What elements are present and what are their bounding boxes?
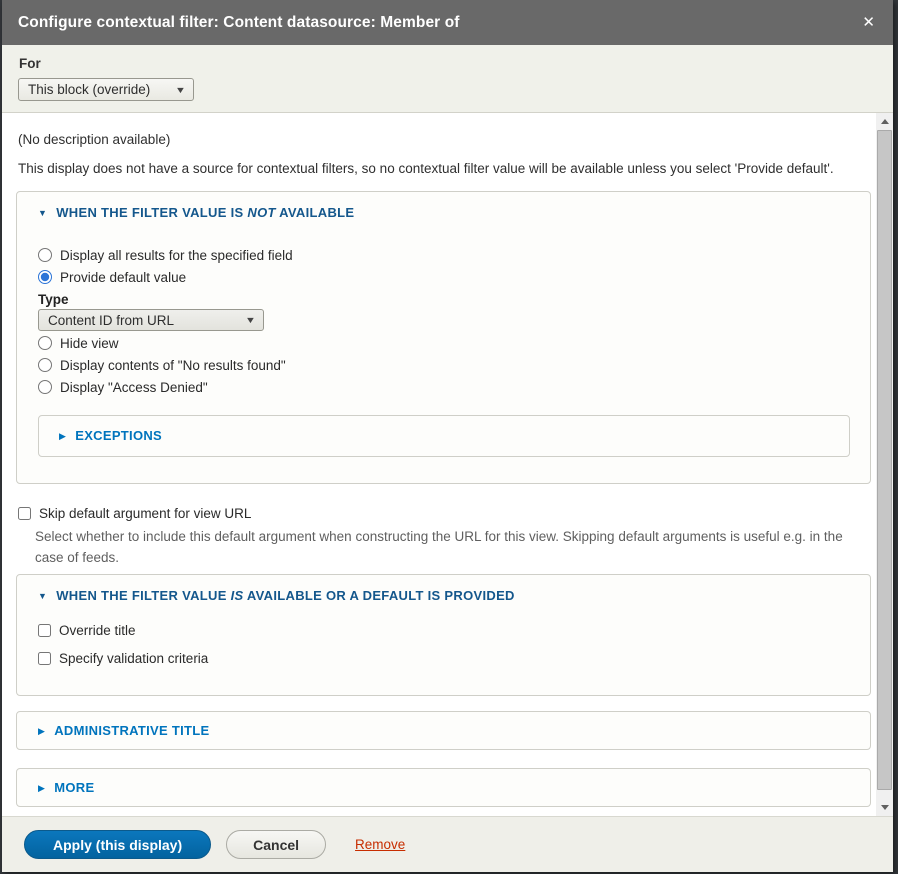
checkbox-input[interactable] [38,624,51,637]
apply-button[interactable]: Apply (this display) [24,830,211,859]
for-label: For [19,56,877,71]
fieldset-legend-available[interactable]: ▼ WHEN THE FILTER VALUE IS AVAILABLE OR … [38,587,850,605]
checkbox-input[interactable] [18,507,31,520]
checkbox-label: Override title [59,623,136,638]
fieldset-filter-available: ▼ WHEN THE FILTER VALUE IS AVAILABLE OR … [16,574,871,696]
no-description-text: (No description available) [18,130,869,150]
close-icon[interactable]: ✕ [862,15,875,30]
scroll-down-arrow-icon[interactable] [876,799,893,816]
dialog-footer: Apply (this display) Cancel Remove [2,816,893,872]
scrollbar[interactable] [876,113,893,816]
radio-input[interactable] [38,358,52,372]
legend-text: WHEN THE FILTER VALUE [56,588,230,603]
type-select-value: Content ID from URL [48,313,174,328]
caret-right-icon: ▶ [38,727,45,736]
type-select[interactable]: Content ID from URL ▼ [38,309,264,331]
dialog-title: Configure contextual filter: Content dat… [18,14,460,32]
fieldset-administrative-title: ▶ ADMINISTRATIVE TITLE [16,711,871,750]
checkbox-override-title[interactable]: Override title [38,619,850,641]
caret-down-icon: ▼ [38,209,47,218]
for-select-value: This block (override) [28,82,150,97]
checkbox-specify-validation[interactable]: Specify validation criteria [38,647,850,669]
radio-input[interactable] [38,336,52,350]
fieldset-legend-exceptions[interactable]: ▶ EXCEPTIONS [59,427,849,445]
scroll-up-arrow-icon[interactable] [876,113,893,130]
display-note-text: This display does not have a source for … [18,159,869,179]
checkbox-label: Skip default argument for view URL [39,506,251,521]
for-select[interactable]: This block (override) ▼ [18,78,194,101]
checkbox-skip-default-argument[interactable]: Skip default argument for view URL [18,502,869,524]
fieldset-more: ▶ MORE [16,768,871,807]
legend-text: MORE [54,779,94,797]
radio-input[interactable] [38,380,52,394]
checkbox-label: Specify validation criteria [59,651,208,666]
fieldset-legend-more[interactable]: ▶ MORE [38,779,850,797]
fieldset-filter-not-available: ▼ WHEN THE FILTER VALUE IS NOT AVAILABLE… [16,191,871,484]
legend-text: ADMINISTRATIVE TITLE [54,722,209,740]
legend-text: WHEN THE FILTER VALUE IS [56,205,247,220]
caret-right-icon: ▶ [59,432,66,441]
caret-right-icon: ▶ [38,784,45,793]
radio-hide-view[interactable]: Hide view [38,332,850,354]
content-inner: (No description available) This display … [2,113,876,807]
radio-label: Hide view [60,336,119,351]
radio-input[interactable] [38,248,52,262]
legend-emphasis: IS [231,588,244,603]
chevron-down-icon: ▼ [175,85,186,95]
configure-contextual-filter-dialog: Configure contextual filter: Content dat… [2,0,893,872]
legend-emphasis: NOT [247,205,275,220]
cancel-button[interactable]: Cancel [226,830,326,859]
radio-display-access-denied[interactable]: Display "Access Denied" [38,376,850,398]
remove-link[interactable]: Remove [355,837,405,852]
for-section: For This block (override) ▼ [2,45,893,113]
skip-default-description: Select whether to include this default a… [35,526,871,568]
radio-display-no-results[interactable]: Display contents of "No results found" [38,354,850,376]
radio-input[interactable] [38,270,52,284]
scrollbar-thumb[interactable] [877,130,892,790]
radio-label: Provide default value [60,270,186,285]
legend-text: AVAILABLE OR A DEFAULT IS PROVIDED [244,588,515,603]
dialog-content: (No description available) This display … [2,113,893,816]
caret-down-icon: ▼ [38,592,47,601]
type-label: Type [38,292,850,308]
radio-display-all-results[interactable]: Display all results for the specified fi… [38,244,850,266]
radio-provide-default-value[interactable]: Provide default value [38,266,850,288]
chevron-down-icon: ▼ [245,315,256,325]
checkbox-input[interactable] [38,652,51,665]
legend-text: AVAILABLE [276,205,355,220]
legend-text: EXCEPTIONS [75,427,162,445]
fieldset-exceptions: ▶ EXCEPTIONS [38,415,850,457]
radio-label: Display contents of "No results found" [60,358,286,373]
radio-label: Display "Access Denied" [60,380,208,395]
radio-label: Display all results for the specified fi… [60,248,293,263]
dialog-titlebar: Configure contextual filter: Content dat… [2,0,893,45]
fieldset-legend-not-available[interactable]: ▼ WHEN THE FILTER VALUE IS NOT AVAILABLE [38,204,850,222]
fieldset-legend-administrative-title[interactable]: ▶ ADMINISTRATIVE TITLE [38,722,850,740]
